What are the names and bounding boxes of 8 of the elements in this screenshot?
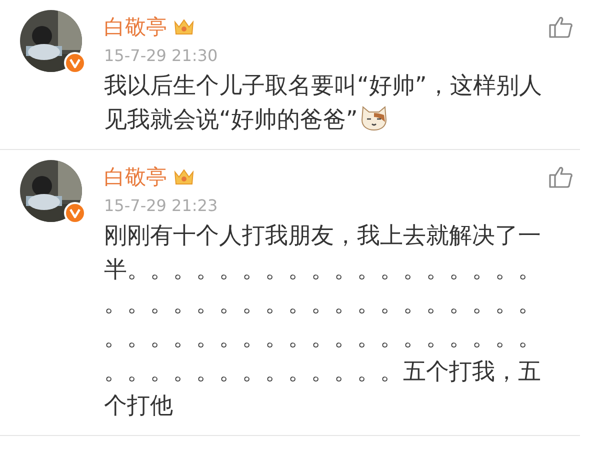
user-name[interactable]: 白敬亭	[104, 163, 167, 191]
comment-time: 15-7-29 21:23	[104, 196, 218, 215]
comment-text: 我以后生个儿子取名要叫“好帅”，这样别人见我就会说“好帅的爸爸”	[104, 73, 542, 133]
like-icon[interactable]	[548, 165, 574, 189]
user-name[interactable]: 白敬亭	[104, 13, 167, 41]
comment-time: 15-7-29 21:30	[104, 46, 218, 65]
like-icon[interactable]	[548, 15, 574, 39]
comment-text: 刚刚有十个人打我朋友，我上去就解决了一半。。。。。。。。。。。。。。。。。。。。。。。。。。。。。。。。。。。。。。。。。。。。。。。。。。。。。。。。。。。。。。。。。。。。。五个打我，五个打他	[104, 223, 541, 419]
